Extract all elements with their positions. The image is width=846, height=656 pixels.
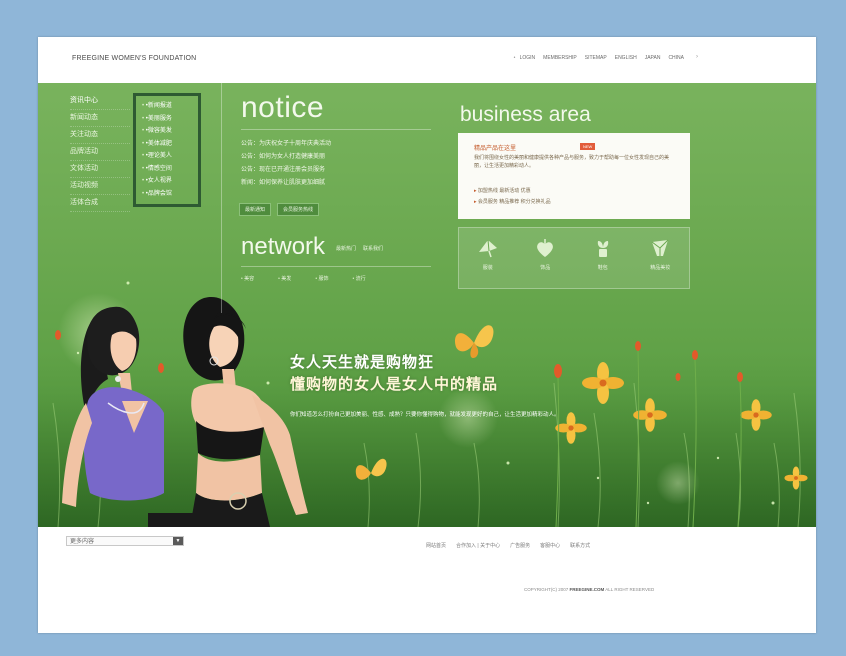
business-link-text[interactable]: 加盟热线 最新活动 优惠 — [478, 188, 531, 194]
network-title: network — [241, 233, 326, 260]
crystal-icon — [651, 239, 669, 256]
leaf-icon — [597, 241, 608, 257]
notice-item[interactable]: 公告：为庆祝女子十周年庆典活动 — [241, 138, 441, 151]
business-icon-item[interactable]: 鞋包 — [583, 236, 623, 271]
nav-english[interactable]: ENGLISH — [615, 55, 637, 61]
main-banner: 资讯中心 新闻动态 关注动态 品牌活动 文体活动 活动视频 活体合成 •新闻报道… — [38, 83, 816, 527]
nav-bullet-icon: • — [513, 55, 516, 61]
left-nav: 资讯中心 新闻动态 关注动态 品牌活动 文体活动 活动视频 活体合成 — [70, 93, 130, 212]
column-divider — [221, 83, 222, 313]
submenu-item[interactable]: •微容美发 — [142, 125, 198, 138]
left-nav-item[interactable]: 新闻动态 — [70, 110, 130, 127]
submenu-item[interactable]: •美体减肥 — [142, 138, 198, 151]
hero-subheadline: 懂购物的女人是女人中的精品 — [290, 375, 499, 393]
left-nav-item[interactable]: 活动视频 — [70, 178, 130, 195]
footer: 更多内容 ▼ 网站首页 合作加入 | 关于中心 广告服务 客服中心 联系方式 C… — [38, 527, 816, 633]
network-item[interactable]: 美发 — [278, 275, 291, 282]
business-link-text[interactable]: 会员服务 精品推荐 积分兑换礼品 — [478, 199, 551, 205]
nav-japan[interactable]: JAPAN — [645, 55, 661, 61]
left-nav-item[interactable]: 文体活动 — [70, 161, 130, 178]
hero-headline: 女人天生就是购物狂 — [290, 353, 435, 371]
chevron-down-icon[interactable]: ▼ — [173, 537, 183, 545]
network-link[interactable]: 最新热门 — [336, 245, 356, 252]
brand-logo[interactable]: FREEGINE WOMEN'S FOUNDATION — [72, 55, 196, 62]
business-card[interactable]: 精品产品在这里 NEW 我们将围绕女性的美丽和健康提供各种产品与服务，致力于帮助… — [458, 133, 690, 219]
business-card-desc: 我们将围绕女性的美丽和健康提供各种产品与服务，致力于帮助每一位女性发现自己的美丽… — [474, 155, 670, 169]
fan-icon — [478, 239, 497, 258]
notice-item[interactable]: 公告：现在已开通注册会员服务 — [241, 164, 441, 177]
nav-login[interactable]: LOGIN — [520, 55, 536, 61]
network-links: 最新热门 联系我们 — [336, 245, 383, 252]
footer-links: 网站首页 合作加入 | 关于中心 广告服务 客服中心 联系方式 — [426, 542, 590, 549]
business-icon-item[interactable]: 饰品 — [525, 236, 565, 271]
business-icon-label: 鞋包 — [597, 265, 608, 271]
submenu-box: •新闻报道 •美丽服务 •微容美发 •美体减肥 •理论美人 •情感空间 •女人视… — [133, 93, 201, 207]
nav-membership[interactable]: MEMBERSHIP — [543, 55, 577, 61]
left-nav-item[interactable]: 资讯中心 — [70, 93, 130, 110]
copyright-brand[interactable]: FREEGINE.COM — [570, 587, 605, 592]
page: FREEGINE WOMEN'S FOUNDATION • LOGIN MEMB… — [38, 37, 816, 633]
copyright-post: ALL RIGHT RESERVED — [604, 587, 655, 592]
business-icon-item[interactable]: 精品美妆 — [640, 236, 680, 271]
heart-icon — [537, 239, 554, 257]
notice-buttons: 最新通知 会员服务热线 — [239, 203, 320, 216]
network-link[interactable]: 联系我们 — [363, 245, 383, 252]
notice-item[interactable]: 新闻：如何保养让肌肤更加细腻 — [241, 177, 441, 190]
network-item[interactable]: 美容 — [241, 275, 254, 282]
business-icons: 服装 饰品 鞋包 精品美妆 — [458, 227, 690, 289]
footer-link[interactable]: 联系方式 — [570, 542, 590, 549]
nav-sitemap[interactable]: SITEMAP — [585, 55, 607, 61]
notice-divider — [241, 129, 431, 130]
submenu-item[interactable]: •新闻报道 — [142, 100, 198, 113]
copyright: COPYRIGHT(C) 2007 FREEGINE.COM ALL RIGHT… — [524, 587, 654, 592]
submenu-item[interactable]: •理论美人 — [142, 150, 198, 163]
footer-link[interactable]: 客服中心 — [540, 542, 560, 549]
business-icon-label: 服装 — [482, 265, 493, 271]
top-nav: • LOGIN MEMBERSHIP SITEMAP ENGLISH JAPAN… — [514, 54, 698, 61]
nav-china[interactable]: CHINA — [668, 55, 684, 61]
left-nav-item[interactable]: 品牌活动 — [70, 144, 130, 161]
network-items: 美容 美发 服饰 流行 — [241, 275, 366, 282]
submenu-item[interactable]: •美丽服务 — [142, 113, 198, 126]
header: FREEGINE WOMEN'S FOUNDATION • LOGIN MEMB… — [38, 37, 816, 83]
business-icon-item[interactable]: 服装 — [468, 236, 508, 271]
notice-title: notice — [241, 91, 325, 124]
hero-caption: 你们知道怎么打扮自己更加美丽、性感、成熟？只要你懂得购物，就能发现更好的自己，让… — [290, 412, 560, 418]
notice-item[interactable]: 公告：如何为女人打造健康美丽 — [241, 151, 441, 164]
member-hotline-button[interactable]: 会员服务热线 — [277, 203, 320, 216]
network-divider — [241, 266, 431, 267]
select-value: 更多内容 — [70, 539, 95, 545]
footer-link[interactable]: 合作加入 | 关于中心 — [456, 542, 500, 549]
more-content-select[interactable]: 更多内容 ▼ — [66, 536, 184, 546]
footer-link[interactable]: 广告服务 — [510, 542, 530, 549]
submenu-item[interactable]: •情感空间 — [142, 163, 198, 176]
latest-notice-button[interactable]: 最新通知 — [239, 203, 272, 216]
footer-link[interactable]: 网站首页 — [426, 542, 446, 549]
notice-list: 公告：为庆祝女子十周年庆典活动 公告：如何为女人打造健康美丽 公告：现在已开通注… — [241, 138, 441, 190]
left-nav-item[interactable]: 活体合成 — [70, 195, 130, 212]
nav-more-icon[interactable]: › — [696, 54, 698, 60]
submenu-item[interactable]: •女人视界 — [142, 175, 198, 188]
submenu-item[interactable]: •品牌会馆 — [142, 188, 198, 201]
business-card-title[interactable]: 精品产品在这里 — [474, 143, 516, 152]
new-badge: NEW — [580, 143, 596, 150]
business-link-row[interactable]: ▸ 加盟热线 最新活动 优惠 — [474, 187, 531, 194]
business-icon-label: 饰品 — [540, 265, 551, 271]
left-nav-item[interactable]: 关注动态 — [70, 127, 130, 144]
business-title: business area — [460, 103, 591, 126]
copyright-pre: COPYRIGHT(C) 2007 — [524, 587, 570, 592]
business-icon-label: 精品美妆 — [650, 265, 671, 271]
network-item[interactable]: 服饰 — [315, 275, 328, 282]
business-link-row[interactable]: ▸ 会员服务 精品推荐 积分兑换礼品 — [474, 198, 551, 205]
network-item[interactable]: 流行 — [352, 275, 366, 282]
